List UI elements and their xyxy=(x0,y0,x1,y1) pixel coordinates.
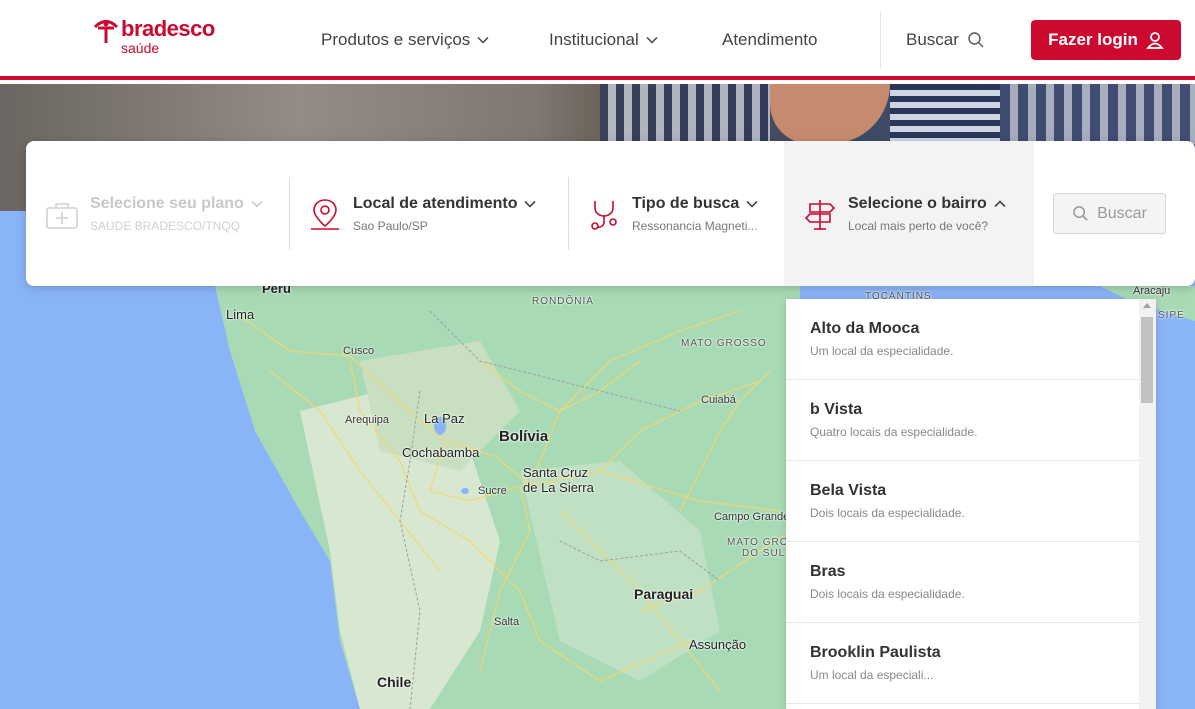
neighborhood-option-desc: Um local da especialidade. xyxy=(810,344,954,358)
nav-institucional[interactable]: Institucional xyxy=(549,30,659,50)
scroll-up-arrow-icon[interactable] xyxy=(1143,303,1151,308)
signpost-icon xyxy=(804,199,836,230)
map-label: Assunção xyxy=(689,637,747,652)
map-pin-icon xyxy=(311,198,339,230)
login-button[interactable]: Fazer login xyxy=(1031,20,1181,60)
neighborhood-option-name: b Vista xyxy=(810,401,863,418)
user-icon xyxy=(1146,32,1164,49)
field-divider xyxy=(568,177,569,250)
plan-select-value: SAUDE BRADESCO/TNQQ xyxy=(90,218,241,233)
bradesco-tree-icon xyxy=(93,20,119,43)
neighborhood-option-desc: Dois locais da especialidade. xyxy=(810,506,965,520)
header-search-link[interactable]: Buscar xyxy=(906,30,985,50)
map-label: Arequipa xyxy=(345,414,390,426)
hero-photo-shape xyxy=(770,84,890,144)
plan-select-label: Selecione seu plano xyxy=(90,194,244,212)
chevron-down-icon xyxy=(746,200,758,208)
login-button-label: Fazer login xyxy=(1048,30,1138,49)
neighborhood-option-desc: Um local da especiali... xyxy=(810,668,934,682)
logo-brand-text: bradesco xyxy=(121,16,215,41)
map-label: Chile xyxy=(377,674,412,690)
nav-atendimento[interactable]: Atendimento xyxy=(722,30,817,50)
map-label: de La Sierra xyxy=(523,480,594,495)
map-label: Salta xyxy=(494,616,520,628)
nav-produtos-label: Produtos e serviços xyxy=(321,30,471,49)
medical-kit-icon xyxy=(46,202,78,229)
search-type-select[interactable]: Tipo de busca Ressonancia Magneti... xyxy=(586,141,776,286)
chevron-down-icon xyxy=(646,36,658,44)
hero-photo-shape xyxy=(600,84,770,144)
neighborhood-option-name: Brooklin Paulista xyxy=(810,644,941,661)
map-label: Campo Grande xyxy=(714,511,790,523)
map-label: Cuiabá xyxy=(701,394,736,406)
map-label: Aracaju xyxy=(1133,285,1171,297)
logo-sub-text: saúde xyxy=(121,40,160,56)
neighborhood-option-name: Bela Vista xyxy=(810,482,887,499)
hero-photo-shape xyxy=(1000,84,1195,144)
map-label: RONDÔNIA xyxy=(532,296,594,307)
location-select-value: Sao Paulo/SP xyxy=(353,218,428,233)
neighborhood-option[interactable]: Brooklin Paulista Um local da especiali.… xyxy=(786,623,1139,704)
location-select[interactable]: Local de atendimento Sao Paulo/SP xyxy=(307,141,567,286)
neighborhood-option-desc: Quatro locais da especialidade. xyxy=(810,425,978,439)
map-label: Lima xyxy=(226,307,255,322)
header-divider xyxy=(880,12,881,68)
map-label: Paraguai xyxy=(634,586,694,602)
hero-photo-shape xyxy=(890,84,1000,144)
neighborhood-option[interactable]: b Vista Quatro locais da especialidade. xyxy=(786,380,1139,461)
neighborhood-select-label: Selecione o bairro xyxy=(848,194,987,212)
neighborhood-select[interactable]: Selecione o bairro Local mais perto de v… xyxy=(784,141,1034,286)
neighborhood-dropdown: Alto da Mooca Um local da especialidade.… xyxy=(786,299,1156,709)
map-label: Cochabamba xyxy=(402,445,480,460)
map-label: Cusco xyxy=(343,345,375,357)
map-label: La Paz xyxy=(424,411,465,426)
header-search-label: Buscar xyxy=(906,30,959,49)
neighborhood-option-name: Bras xyxy=(810,563,846,580)
stethoscope-icon xyxy=(591,200,617,230)
scrollbar-thumb[interactable] xyxy=(1141,317,1153,403)
map-label: Santa Cruz xyxy=(523,465,589,480)
field-divider xyxy=(289,177,290,250)
chevron-down-icon xyxy=(251,200,263,208)
neighborhood-select-hint: Local mais perto de você? xyxy=(848,218,989,233)
bradesco-saude-logo[interactable]: bradesco saúde xyxy=(93,18,215,55)
search-type-value: Ressonancia Magneti... xyxy=(632,218,758,233)
dropdown-scrollbar[interactable] xyxy=(1139,299,1156,709)
neighborhood-option[interactable]: Alto da Mooca Um local da especialidade. xyxy=(786,299,1139,380)
chevron-up-icon xyxy=(994,199,1006,207)
search-icon xyxy=(968,32,984,48)
neighborhood-option[interactable]: Bela Vista Dois locais da especialidade. xyxy=(786,461,1139,542)
neighborhood-option-name: Alto da Mooca xyxy=(810,320,920,337)
site-header: bradesco saúde Produtos e serviços Insti… xyxy=(0,0,1195,80)
map-label: DO SUL xyxy=(742,548,786,559)
nav-produtos-servicos[interactable]: Produtos e serviços xyxy=(321,30,490,50)
neighborhood-option[interactable]: Bras Dois locais da especialidade. xyxy=(786,542,1139,623)
nav-institucional-label: Institucional xyxy=(549,30,639,49)
map-label: Bolívia xyxy=(499,428,549,445)
search-submit-button[interactable]: Buscar xyxy=(1053,193,1166,234)
search-submit-label: Buscar xyxy=(1097,204,1147,222)
search-type-label: Tipo de busca xyxy=(632,194,740,212)
map-label: Sucre xyxy=(478,485,507,497)
chevron-down-icon xyxy=(477,36,489,44)
map-label: MATO GROSSO xyxy=(681,338,767,349)
neighborhood-option-desc: Dois locais da especialidade. xyxy=(810,587,965,601)
chevron-down-icon xyxy=(524,200,536,208)
plan-select[interactable]: Selecione seu plano SAUDE BRADESCO/TNQQ xyxy=(44,141,290,286)
location-select-label: Local de atendimento xyxy=(353,194,518,212)
search-filter-card: Selecione seu plano SAUDE BRADESCO/TNQQ … xyxy=(26,141,1195,286)
search-icon xyxy=(1073,206,1088,221)
nav-atendimento-label: Atendimento xyxy=(722,30,818,49)
map-label: SIPE xyxy=(1158,310,1185,321)
